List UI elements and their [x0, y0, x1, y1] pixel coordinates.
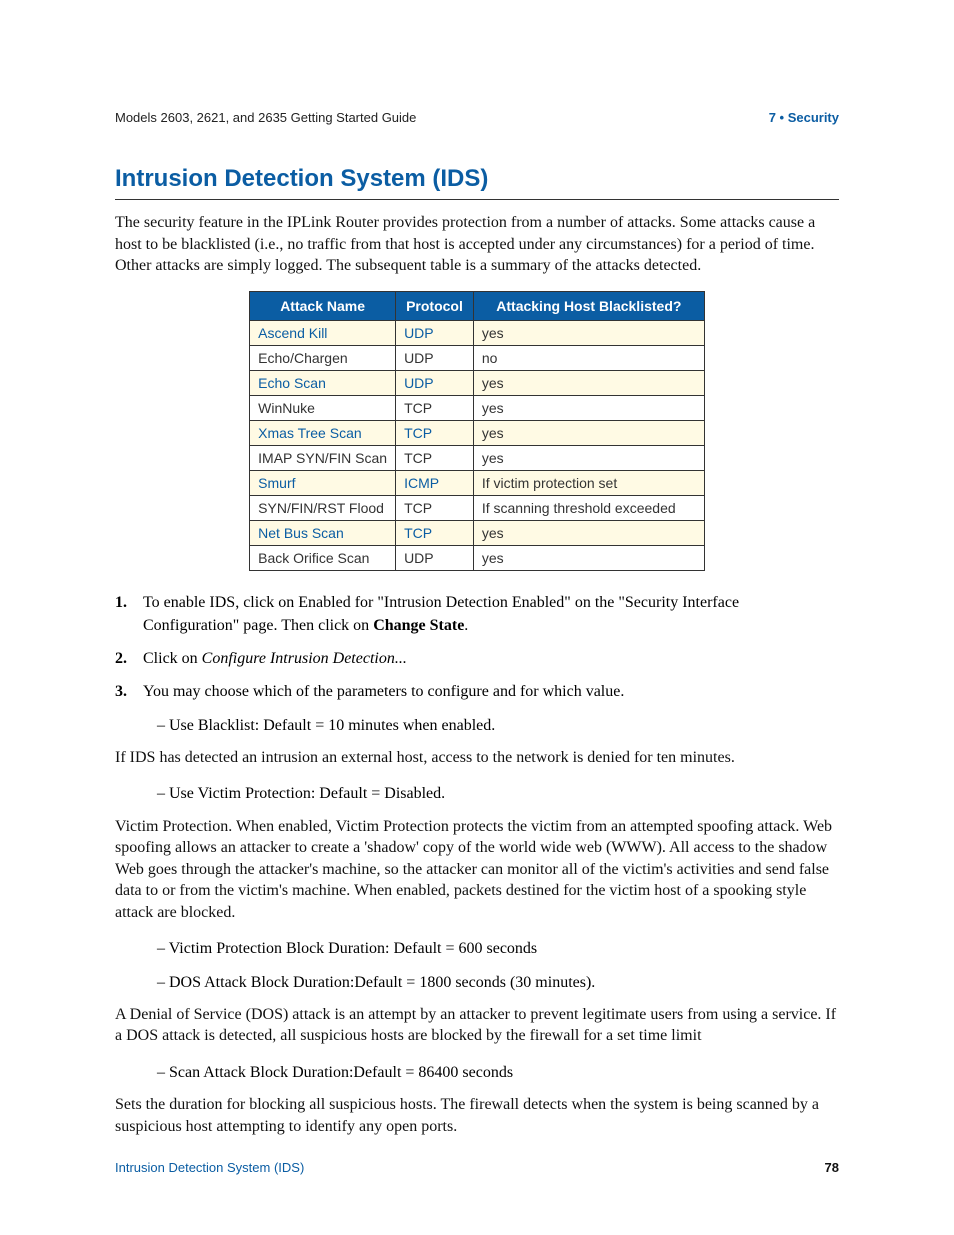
cell-protocol: TCP: [396, 445, 474, 470]
step-number: 2.: [115, 647, 143, 670]
cell-attack-name: SYN/FIN/RST Flood: [250, 495, 396, 520]
list-item: 3. You may choose which of the parameter…: [115, 680, 839, 703]
cell-attack-name: Smurf: [250, 470, 396, 495]
step-number: 1.: [115, 591, 143, 637]
step-number: 3.: [115, 680, 143, 703]
list-item: 2. Click on Configure Intrusion Detectio…: [115, 647, 839, 670]
paragraph: If IDS has detected an intrusion an exte…: [115, 747, 839, 769]
cell-attack-name: Echo Scan: [250, 370, 396, 395]
step-text-part: .: [464, 617, 468, 634]
table-row: WinNukeTCPyes: [250, 395, 705, 420]
header-left: Models 2603, 2621, and 2635 Getting Star…: [115, 110, 416, 125]
table-row: SYN/FIN/RST FloodTCPIf scanning threshol…: [250, 495, 705, 520]
step-text: To enable IDS, click on Enabled for "Int…: [143, 591, 839, 637]
table-header-protocol: Protocol: [396, 291, 474, 320]
table-header-name: Attack Name: [250, 291, 396, 320]
cell-attack-name: Net Bus Scan: [250, 520, 396, 545]
cell-attack-name: WinNuke: [250, 395, 396, 420]
table-row: Ascend KillUDPyes: [250, 320, 705, 345]
cell-blacklisted: yes: [473, 545, 704, 570]
sub-bullet: – Use Victim Protection: Default = Disab…: [157, 782, 839, 805]
sub-bullet: – Use Blacklist: Default = 10 minutes wh…: [157, 714, 839, 737]
step-bold: Change State: [373, 617, 464, 634]
page-header: Models 2603, 2621, and 2635 Getting Star…: [115, 110, 839, 125]
cell-attack-name: Xmas Tree Scan: [250, 420, 396, 445]
cell-attack-name: IMAP SYN/FIN Scan: [250, 445, 396, 470]
cell-blacklisted: yes: [473, 420, 704, 445]
table-header-blacklisted: Attacking Host Blacklisted?: [473, 291, 704, 320]
cell-protocol: UDP: [396, 320, 474, 345]
paragraph: Sets the duration for blocking all suspi…: [115, 1094, 839, 1137]
footer-left: Intrusion Detection System (IDS): [115, 1160, 304, 1175]
step-text-part: Click on: [143, 650, 202, 667]
header-right: 7 • Security: [769, 110, 839, 125]
cell-blacklisted: yes: [473, 320, 704, 345]
cell-blacklisted: yes: [473, 370, 704, 395]
table-row: Echo ScanUDPyes: [250, 370, 705, 395]
cell-attack-name: Ascend Kill: [250, 320, 396, 345]
cell-attack-name: Back Orifice Scan: [250, 545, 396, 570]
step-italic: Configure Intrusion Detection...: [202, 650, 407, 667]
step-text: Click on Configure Intrusion Detection..…: [143, 647, 839, 670]
cell-protocol: ICMP: [396, 470, 474, 495]
cell-blacklisted: If scanning threshold exceeded: [473, 495, 704, 520]
page-footer: Intrusion Detection System (IDS) 78: [115, 1160, 839, 1175]
cell-protocol: UDP: [396, 345, 474, 370]
cell-protocol: UDP: [396, 545, 474, 570]
steps-list: 1. To enable IDS, click on Enabled for "…: [115, 591, 839, 704]
cell-protocol: TCP: [396, 520, 474, 545]
cell-protocol: TCP: [396, 495, 474, 520]
table-row: IMAP SYN/FIN ScanTCPyes: [250, 445, 705, 470]
table-row: Echo/ChargenUDPno: [250, 345, 705, 370]
cell-blacklisted: yes: [473, 395, 704, 420]
table-row: SmurfICMPIf victim protection set: [250, 470, 705, 495]
cell-blacklisted: no: [473, 345, 704, 370]
table-row: Back Orifice ScanUDPyes: [250, 545, 705, 570]
paragraph: A Denial of Service (DOS) attack is an a…: [115, 1004, 839, 1047]
document-page: Models 2603, 2621, and 2635 Getting Star…: [0, 0, 954, 1235]
cell-blacklisted: yes: [473, 445, 704, 470]
paragraph: Victim Protection. When enabled, Victim …: [115, 816, 839, 924]
sub-bullet: – Scan Attack Block Duration:Default = 8…: [157, 1061, 839, 1084]
step-text: You may choose which of the parameters t…: [143, 680, 839, 703]
footer-page-number: 78: [825, 1160, 839, 1175]
intro-paragraph: The security feature in the IPLink Route…: [115, 212, 839, 277]
attack-table: Attack Name Protocol Attacking Host Blac…: [249, 291, 705, 571]
cell-blacklisted: yes: [473, 520, 704, 545]
sub-bullet: – Victim Protection Block Duration: Defa…: [157, 937, 839, 960]
table-row: Net Bus ScanTCPyes: [250, 520, 705, 545]
cell-protocol: UDP: [396, 370, 474, 395]
cell-blacklisted: If victim protection set: [473, 470, 704, 495]
section-title: Intrusion Detection System (IDS): [115, 165, 839, 200]
cell-attack-name: Echo/Chargen: [250, 345, 396, 370]
table-row: Xmas Tree ScanTCPyes: [250, 420, 705, 445]
cell-protocol: TCP: [396, 420, 474, 445]
list-item: 1. To enable IDS, click on Enabled for "…: [115, 591, 839, 637]
cell-protocol: TCP: [396, 395, 474, 420]
sub-bullet: – DOS Attack Block Duration:Default = 18…: [157, 971, 839, 994]
